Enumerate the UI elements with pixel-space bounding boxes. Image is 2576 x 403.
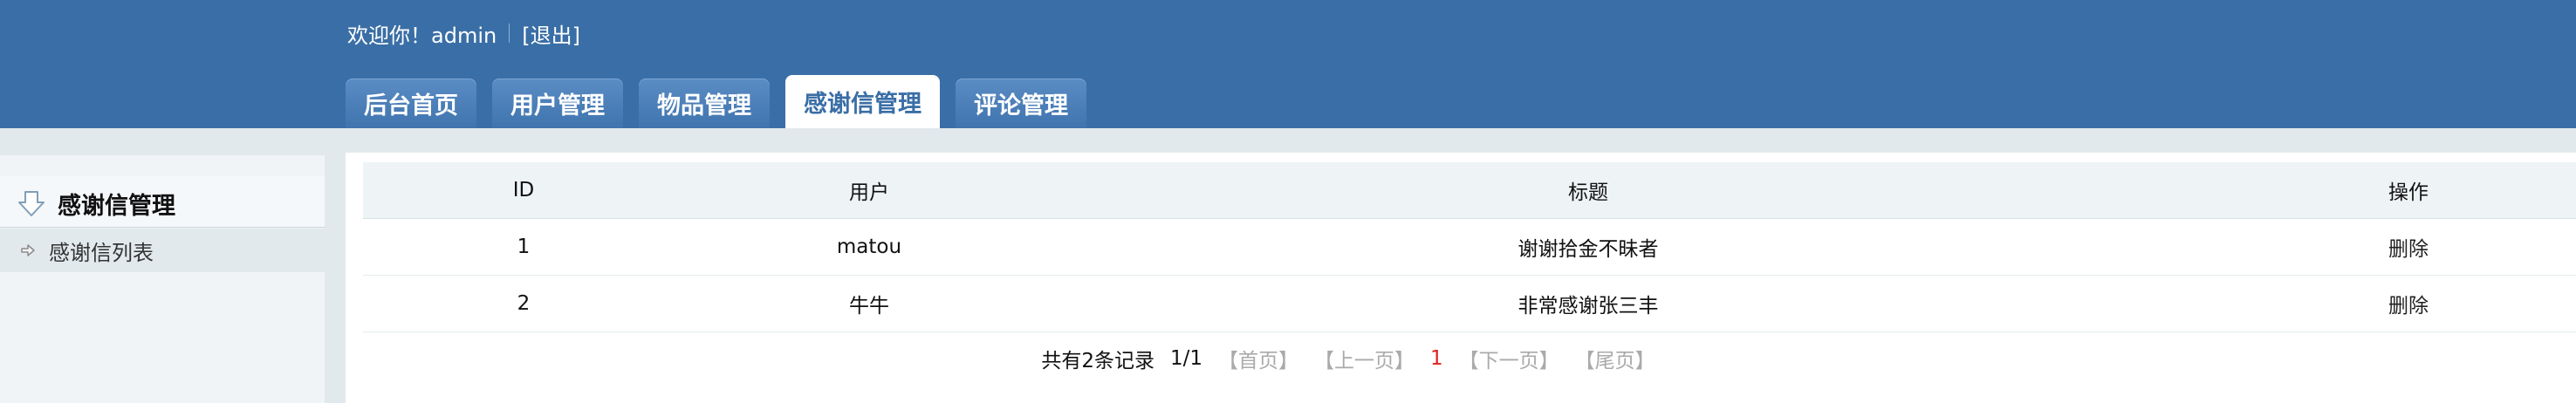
tab-user-management[interactable]: 用户管理	[492, 79, 623, 128]
sidebar-header: 感谢信管理	[0, 176, 325, 228]
total-records: 共有2条记录	[1041, 350, 1154, 372]
next-page-link[interactable]: 【下一页】	[1459, 344, 1559, 373]
sidebar-item-label: 感谢信列表	[49, 240, 154, 265]
main-nav-tabs: 后台首页 用户管理 物品管理 感谢信管理 评论管理	[346, 75, 1102, 128]
down-arrow-icon	[18, 191, 45, 216]
column-header-action: 操作	[2388, 181, 2429, 204]
tab-item-management[interactable]: 物品管理	[639, 79, 770, 128]
welcome-bar: 欢迎你！admin [退出]	[347, 17, 580, 49]
divider	[509, 24, 510, 43]
tab-comment-management[interactable]: 评论管理	[956, 79, 1086, 128]
delete-link[interactable]: 删除	[2388, 232, 2429, 262]
cell-action: 删除	[2297, 219, 2520, 275]
cell-user: 牛牛	[849, 295, 889, 318]
table-header: ID 用户 标题 操作	[363, 162, 2576, 219]
cell-id: 1	[517, 236, 531, 258]
logout-link[interactable]: [退出]	[522, 18, 580, 49]
column-header-user: 用户	[849, 181, 889, 204]
page-count: 1/1	[1169, 347, 1202, 370]
cell-id: 2	[517, 292, 531, 315]
tab-thank-letter-management[interactable]: 感谢信管理	[785, 75, 940, 128]
first-page-link[interactable]: 【首页】	[1218, 344, 1298, 373]
delete-link[interactable]: 删除	[2388, 289, 2429, 318]
cell-action: 删除	[2297, 276, 2520, 331]
current-page: 1	[1430, 347, 1443, 370]
sidebar-title: 感谢信管理	[58, 193, 175, 220]
tab-dashboard[interactable]: 后台首页	[346, 79, 476, 128]
welcome-text: 欢迎你！admin	[347, 23, 497, 48]
prev-page-link[interactable]: 【上一页】	[1314, 344, 1415, 373]
top-header: 欢迎你！admin [退出] 后台首页 用户管理 物品管理 感谢信管理 评论管理	[0, 0, 2576, 128]
last-page-link[interactable]: 【尾页】	[1575, 344, 1655, 373]
header-divider-band	[0, 128, 2576, 153]
right-arrow-icon	[21, 244, 35, 256]
letters-table: ID 用户 标题 操作 1 matou 谢谢拾金不昧者 删除 2 牛牛 非常感谢…	[363, 162, 2576, 403]
cell-title: 谢谢拾金不昧者	[1518, 238, 1659, 261]
column-header-id: ID	[512, 179, 535, 202]
table-row: 1 matou 谢谢拾金不昧者 删除	[363, 219, 2576, 276]
column-header-title: 标题	[1568, 181, 1608, 204]
table-row: 2 牛牛 非常感谢张三丰 删除	[363, 276, 2576, 332]
sidebar-item-thank-letter-list[interactable]: 感谢信列表	[0, 229, 325, 272]
pagination: 共有2条记录 1/1 【首页】 【上一页】 1 【下一页】 【尾页】	[250, 337, 2463, 380]
cell-user: matou	[836, 236, 902, 258]
cell-title: 非常感谢张三丰	[1518, 295, 1659, 318]
